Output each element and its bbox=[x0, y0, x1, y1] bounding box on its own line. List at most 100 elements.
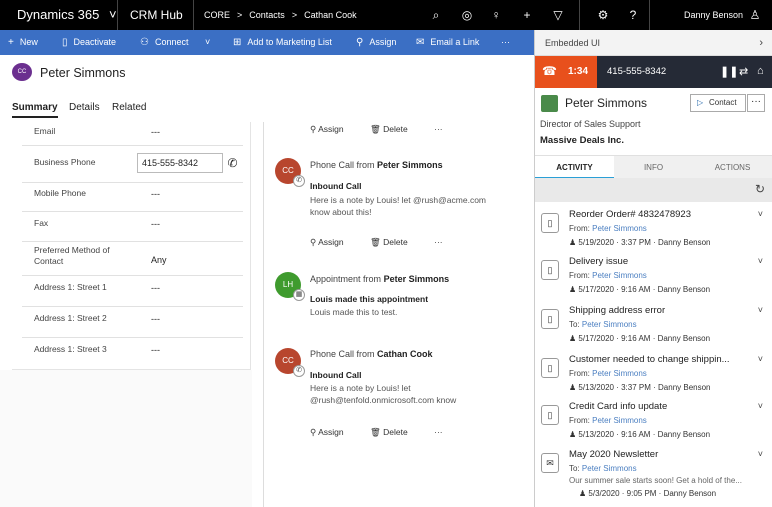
help-icon[interactable]: ? bbox=[626, 8, 640, 22]
tab-actions[interactable]: ACTIONS bbox=[693, 156, 772, 179]
connect-button[interactable]: ⚇ Connect bbox=[140, 30, 189, 55]
chevron-down-icon[interactable]: ˅ bbox=[758, 209, 763, 219]
hang-up-icon[interactable]: ☎ bbox=[542, 64, 557, 78]
deactivate-button[interactable]: ▯ Deactivate bbox=[62, 30, 116, 55]
chevron-right-icon: > bbox=[237, 10, 243, 20]
avatar: CC ✆ bbox=[275, 348, 305, 377]
street2-field[interactable]: --- bbox=[151, 314, 160, 324]
tab-details[interactable]: Details bbox=[69, 102, 100, 113]
more-button[interactable]: ··· bbox=[747, 94, 765, 112]
phone-icon: ✆ bbox=[293, 175, 305, 187]
tab-summary[interactable]: Summary bbox=[12, 102, 58, 118]
search-icon[interactable]: ⌕ bbox=[429, 8, 443, 22]
delete-action[interactable]: 🗑 Delete bbox=[370, 124, 420, 134]
user-name[interactable]: Danny Benson bbox=[684, 0, 743, 30]
more-actions[interactable]: ··· bbox=[434, 237, 443, 247]
hub-name[interactable]: CRM Hub bbox=[130, 0, 183, 30]
call-timer: 1:34 bbox=[568, 66, 589, 77]
chevron-down-icon[interactable]: ˅ bbox=[758, 449, 763, 459]
mobile-phone-field[interactable]: --- bbox=[151, 189, 160, 199]
phone-icon: ✆ bbox=[293, 365, 305, 377]
assign-action[interactable]: ⚲ Assign bbox=[310, 427, 356, 437]
assign-action[interactable]: ⚲ Assign bbox=[310, 237, 356, 247]
tab-related[interactable]: Related bbox=[112, 102, 146, 113]
plus-icon[interactable]: + bbox=[520, 8, 534, 22]
chevron-down-icon[interactable]: ˅ bbox=[758, 256, 763, 266]
phone-call-icon[interactable]: ✆ bbox=[223, 153, 242, 173]
chevron-right-icon[interactable]: › bbox=[759, 30, 763, 56]
timeline-subject: Louis made this appointment bbox=[310, 294, 429, 304]
activity-from: From: Peter Simmons bbox=[569, 416, 647, 425]
activity-item[interactable]: ▯ Customer needed to change shippin... ˅… bbox=[535, 354, 772, 402]
more-commands-button[interactable]: ··· bbox=[501, 30, 510, 55]
tab-activity[interactable]: ACTIVITY bbox=[535, 156, 614, 179]
street3-field[interactable]: --- bbox=[151, 345, 160, 355]
field-label: Email bbox=[34, 126, 56, 136]
pause-icon[interactable]: ❚❚ bbox=[720, 65, 738, 78]
delete-action[interactable]: 🗑 Delete bbox=[370, 427, 420, 437]
tab-info[interactable]: INFO bbox=[614, 156, 693, 179]
calendar-icon: ▦ bbox=[293, 289, 305, 301]
filter-icon[interactable]: ▽ bbox=[551, 8, 565, 22]
active-call: ☎ 1:34 bbox=[535, 56, 597, 88]
breadcrumb: CORE > Contacts > Cathan Cook bbox=[204, 0, 364, 30]
timeline-subject: Inbound Call bbox=[310, 181, 362, 191]
email-field[interactable]: --- bbox=[151, 127, 160, 137]
target-icon[interactable]: ◎ bbox=[460, 8, 474, 22]
more-actions[interactable]: ··· bbox=[434, 427, 443, 437]
assign-action[interactable]: ⚲ Assign bbox=[310, 124, 356, 134]
activity-from: From: Peter Simmons bbox=[569, 271, 647, 280]
street1-field[interactable]: --- bbox=[151, 283, 160, 293]
field-label: Fax bbox=[34, 218, 49, 228]
breadcrumb-record[interactable]: Cathan Cook bbox=[304, 10, 357, 20]
app-name[interactable]: Dynamics 365 ˅ bbox=[17, 0, 117, 30]
email-link-button[interactable]: ✉ Email a Link bbox=[416, 30, 479, 55]
activity-title: Customer needed to change shippin... bbox=[569, 354, 730, 365]
timeline-title: Phone Call from Peter Simmons bbox=[310, 160, 443, 170]
activity-title: Delivery issue bbox=[569, 256, 629, 267]
lightbulb-icon[interactable]: ♀ bbox=[489, 8, 503, 22]
assign-button[interactable]: ⚲ Assign bbox=[356, 30, 396, 55]
user-icon[interactable]: ♙ bbox=[748, 8, 762, 22]
list-add-icon: ⊞ bbox=[233, 37, 242, 48]
timeline-title: Phone Call from Cathan Cook bbox=[310, 349, 433, 359]
gear-icon[interactable]: ⚙ bbox=[596, 8, 610, 22]
new-button[interactable]: + New bbox=[8, 30, 38, 55]
timeline-body: Here is a note by Louis! let @rush@acme.… bbox=[310, 195, 486, 217]
activity-item[interactable]: ▯ Credit Card info update ˅ From: Peter … bbox=[535, 401, 772, 449]
delete-action[interactable]: 🗑 Delete bbox=[370, 237, 420, 247]
phone-outgoing-icon: ▯ bbox=[541, 213, 559, 233]
chevron-down-icon[interactable]: ˅ bbox=[758, 305, 763, 315]
home-icon[interactable]: ⌂ bbox=[757, 65, 764, 77]
chevron-down-icon[interactable]: ˅ bbox=[758, 354, 763, 364]
activity-item[interactable]: ▯ Delivery issue ˅ From: Peter Simmons ♟… bbox=[535, 256, 772, 304]
divider bbox=[117, 0, 118, 30]
activity-item[interactable]: ▯ Shipping address error ˅ To: Peter Sim… bbox=[535, 305, 772, 353]
field-label: Preferred Method of Contact bbox=[34, 245, 110, 266]
activity-meta: ♟ 5/3/2020 · 9:05 PM · Danny Benson bbox=[579, 489, 717, 498]
divider bbox=[193, 0, 194, 30]
contact-button[interactable]: ▷ Contact bbox=[690, 94, 746, 112]
timeline-subject: Inbound Call bbox=[310, 370, 362, 380]
chevron-down-icon[interactable]: ˅ bbox=[109, 7, 117, 22]
connect-dropdown-icon[interactable]: ˅ bbox=[205, 30, 210, 55]
breadcrumb-contacts[interactable]: Contacts bbox=[249, 10, 285, 20]
more-actions[interactable]: ··· bbox=[434, 124, 443, 134]
refresh-bar: ↻ bbox=[535, 178, 772, 202]
contact-job-title: Director of Sales Support bbox=[540, 119, 641, 129]
add-to-marketing-list-button[interactable]: ⊞ Add to Marketing List bbox=[233, 30, 332, 55]
business-phone-field[interactable]: 415-555-8342 bbox=[137, 153, 223, 173]
timeline-actions: ⚲ Assign 🗑 Delete ··· bbox=[310, 237, 455, 248]
breadcrumb-core[interactable]: CORE bbox=[204, 10, 230, 20]
transfer-icon[interactable]: ⇄ bbox=[739, 65, 748, 78]
activity-from: To: Peter Simmons bbox=[569, 320, 637, 329]
chevron-down-icon[interactable]: ˅ bbox=[758, 401, 763, 411]
fax-field[interactable]: --- bbox=[151, 219, 160, 229]
activity-item[interactable]: ✉ May 2020 Newsletter ˅ To: Peter Simmon… bbox=[535, 449, 772, 505]
activity-meta: ♟ 5/19/2020 · 3:37 PM · Danny Benson bbox=[569, 238, 711, 247]
preferred-contact-field[interactable]: Any bbox=[151, 255, 167, 265]
refresh-icon[interactable]: ↻ bbox=[755, 182, 765, 196]
embedded-header[interactable]: Embedded UI › bbox=[535, 30, 772, 56]
activity-item[interactable]: ▯ Reorder Order# 4832478923 ˅ From: Pete… bbox=[535, 209, 772, 257]
avatar: LH ▦ bbox=[275, 272, 305, 301]
